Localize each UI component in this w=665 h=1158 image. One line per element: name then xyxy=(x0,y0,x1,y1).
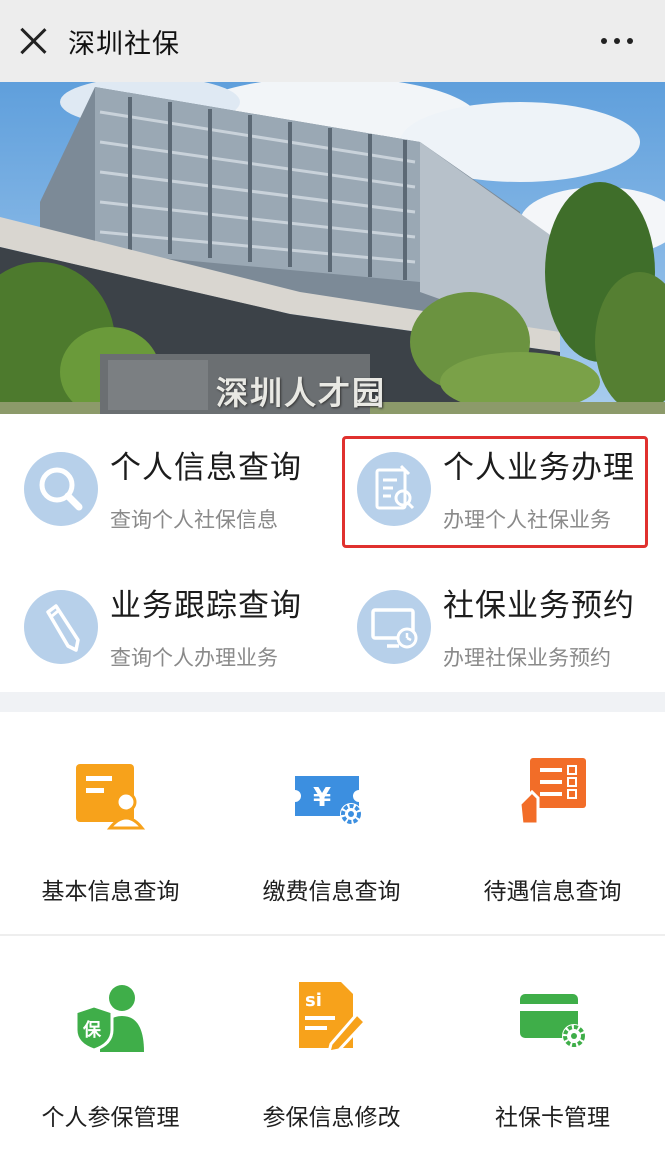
close-icon[interactable] xyxy=(18,26,48,56)
grid-item-label: 待遇信息查询 xyxy=(483,879,622,905)
grid-item-label: 个人参保管理 xyxy=(41,1105,180,1131)
quick-item-personal-info-query[interactable]: 个人信息查询 查询个人社保信息 xyxy=(0,414,320,534)
card-gear-icon xyxy=(512,978,592,1058)
quick-item-title: 社保业务预约 xyxy=(443,588,635,624)
grid-item-label: 社保卡管理 xyxy=(495,1105,610,1131)
more-options-icon[interactable] xyxy=(601,38,635,46)
grid-item-personal-insurance-mgmt[interactable]: 保 个人参保管理 xyxy=(0,936,221,1158)
grid-item-label: 基本信息查询 xyxy=(41,879,180,905)
quick-item-subtitle: 办理社保业务预约 xyxy=(443,646,611,670)
grid-item-basic-info-query[interactable]: 基本信息查询 xyxy=(0,712,221,934)
quick-item-title: 业务跟踪查询 xyxy=(110,588,302,624)
magnifier-icon xyxy=(24,452,98,526)
checklist-hand-icon xyxy=(512,754,592,834)
banner-image xyxy=(0,82,665,414)
profile-card-icon xyxy=(70,754,150,834)
quick-item-personal-business[interactable]: 个人业务办理 办理个人社保业务 xyxy=(333,414,653,534)
yuan-ticket-icon: ¥ xyxy=(291,754,371,834)
svg-text:si: si xyxy=(305,990,322,1011)
page-title: 深圳社保 xyxy=(68,29,180,60)
grid-item-payment-info-query[interactable]: ¥ 缴费信息查询 xyxy=(221,712,442,934)
grid-item-label: 参保信息修改 xyxy=(262,1105,401,1131)
banner-sign-text: 深圳人才园 xyxy=(216,374,387,412)
grid-item-label: 缴费信息查询 xyxy=(262,879,401,905)
grid-item-benefit-info-query[interactable]: 待遇信息查询 xyxy=(442,712,663,934)
grid-item-ss-card-mgmt[interactable]: 社保卡管理 xyxy=(442,936,663,1158)
quick-item-title: 个人信息查询 xyxy=(110,450,302,486)
service-grid: 基本信息查询 ¥ 缴费信息查询 待遇信息查询 保 个人参保管理 si 参保信息修… xyxy=(0,712,665,1134)
quick-item-business-tracking[interactable]: 业务跟踪查询 查询个人办理业务 xyxy=(0,552,320,672)
document-edit-icon xyxy=(357,452,431,526)
si-document-pen-icon: si xyxy=(291,978,371,1058)
quick-item-appointment[interactable]: 社保业务预约 办理社保业务预约 xyxy=(333,552,653,672)
quick-item-title: 个人业务办理 xyxy=(443,450,635,486)
svg-text:保: 保 xyxy=(82,1019,102,1041)
quick-item-subtitle: 查询个人社保信息 xyxy=(110,508,278,532)
insured-person-icon: 保 xyxy=(70,978,150,1058)
svg-text:¥: ¥ xyxy=(313,783,331,813)
grid-row-divider xyxy=(0,934,665,936)
monitor-clock-icon xyxy=(357,590,431,664)
section-divider xyxy=(0,692,665,712)
quick-item-subtitle: 办理个人社保业务 xyxy=(443,508,611,532)
top-bar: 深圳社保 xyxy=(0,0,665,83)
grid-item-insurance-info-edit[interactable]: si 参保信息修改 xyxy=(221,936,442,1158)
quick-item-subtitle: 查询个人办理业务 xyxy=(110,646,278,670)
pencil-icon xyxy=(24,590,98,664)
quick-services: 个人信息查询 查询个人社保信息 个人业务办理 办理个人社保业务 业务跟踪查询 查… xyxy=(0,414,665,692)
